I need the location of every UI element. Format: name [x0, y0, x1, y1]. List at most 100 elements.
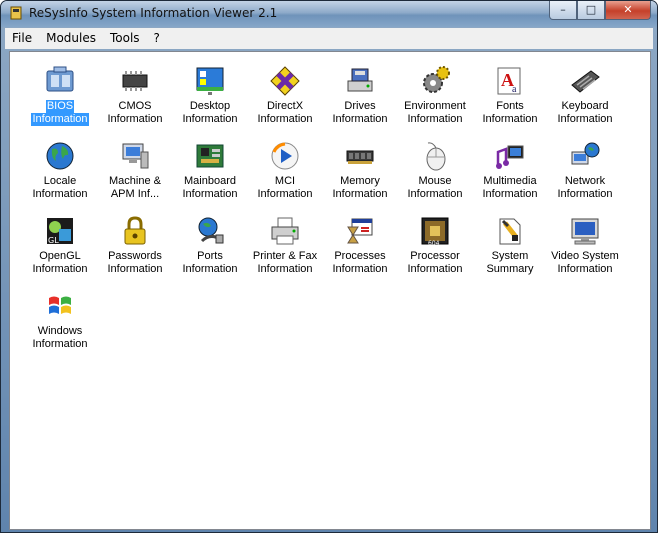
svg-text:GL: GL [48, 236, 59, 245]
module-label-line2: Information [332, 113, 388, 125]
network-icon [571, 142, 600, 165]
module-label: Mainboard Information [169, 175, 251, 201]
directx-icon [270, 66, 300, 96]
module-label: BIOS Information [19, 100, 101, 126]
module-label-line2: Information [32, 188, 88, 200]
module-label-line1: Environment [404, 100, 466, 112]
module-label-line2: APM Inf... [110, 188, 160, 200]
module-label-line1: Drives [344, 100, 376, 112]
module-item[interactable]: Network Information [550, 128, 620, 200]
menu-file[interactable]: File [5, 28, 39, 49]
module-item[interactable]: Passwords Information [100, 203, 170, 275]
module-item[interactable]: Environment Information [400, 53, 470, 125]
ports-icon [198, 217, 224, 244]
module-label: Environment Information [394, 100, 476, 126]
module-label-line2: Information [257, 263, 313, 275]
minimize-button[interactable]: – [549, 1, 577, 20]
module-label-line2: Information [557, 188, 613, 200]
module-label-line1: Keyboard [561, 100, 609, 112]
module-label: Mouse Information [394, 175, 476, 201]
drives-icon [347, 68, 373, 92]
module-label-line1: Locale [43, 175, 77, 187]
module-item[interactable]: Windows Information [25, 278, 95, 350]
processor-icon: 604 [421, 217, 449, 247]
module-item[interactable]: Processes Information [325, 203, 395, 275]
module-label-line1: Windows [37, 325, 83, 337]
module-label-line2: Information [407, 113, 463, 125]
app-icon [10, 6, 22, 20]
menu-modules[interactable]: Modules [39, 28, 103, 49]
close-button[interactable]: ✕ [605, 1, 651, 20]
menu-tools[interactable]: Tools [103, 28, 147, 49]
menu-help[interactable]: ? [147, 28, 167, 49]
module-label-line1: Printer & Fax [252, 250, 318, 262]
module-label: Ports Information [169, 250, 251, 276]
module-list-view[interactable]: BIOS Information CMOS Information Desktop Inf… [9, 51, 651, 530]
module-item[interactable]: Machine & APM Inf... [100, 128, 170, 200]
module-label-line1: Fonts [496, 100, 524, 112]
module-label-line1: BIOS [45, 100, 75, 113]
module-item[interactable]: Drives Information [325, 53, 395, 125]
module-label-line2: Information [557, 263, 613, 275]
module-label-line2: Information [257, 188, 313, 200]
module-label-line2: Information [482, 113, 538, 125]
module-label-line1: Processor [410, 250, 460, 262]
module-item[interactable]: Aa Fonts Information [475, 53, 545, 125]
module-item[interactable]: BIOS Information [25, 53, 95, 126]
module-item[interactable]: CMOS Information [100, 53, 170, 125]
module-item[interactable]: DirectX Information [250, 53, 320, 125]
svg-text:a: a [512, 84, 517, 95]
module-label-line2: Information [182, 188, 238, 200]
module-item[interactable]: Locale Information [25, 128, 95, 200]
module-label-line2: Information [257, 113, 313, 125]
title-bar[interactable]: ReSysInfo System Information Viewer 2.1 … [1, 1, 657, 27]
module-label: Machine & APM Inf... [94, 175, 176, 201]
app-window: ReSysInfo System Information Viewer 2.1 … [0, 0, 658, 533]
module-item[interactable]: GL OpenGL Information [25, 203, 95, 275]
module-item[interactable]: Keyboard Information [550, 53, 620, 125]
module-label: Multimedia Information [469, 175, 551, 201]
module-item[interactable]: Video System Information [550, 203, 620, 275]
maximize-button[interactable]: □ [577, 1, 605, 20]
module-item[interactable]: Mainboard Information [175, 128, 245, 200]
module-label-line1: Desktop [189, 100, 231, 112]
module-item[interactable]: Multimedia Information [475, 128, 545, 200]
module-label-line2: Information [407, 263, 463, 275]
chip-icon [122, 71, 148, 91]
module-label: Drives Information [319, 100, 401, 126]
module-label-line1: OpenGL [39, 250, 81, 262]
module-label-line2: Information [557, 113, 613, 125]
module-label-line2: Information [32, 263, 88, 275]
module-item[interactable]: MCI Information [250, 128, 320, 200]
module-label: Windows Information [19, 325, 101, 351]
module-item[interactable]: Ports Information [175, 203, 245, 275]
module-label-line1: Memory [340, 175, 380, 187]
module-label-line2: Information [332, 263, 388, 275]
module-label-line1: Mouse [418, 175, 452, 187]
module-label: Processes Information [319, 250, 401, 276]
bios-icon [46, 66, 74, 92]
memory-icon [346, 150, 374, 164]
module-label-line1: DirectX [266, 100, 304, 112]
module-label: MCI Information [244, 175, 326, 201]
module-item[interactable]: System Summary [475, 203, 545, 275]
module-item[interactable]: Desktop Information [175, 53, 245, 125]
system-summary-icon [499, 218, 521, 245]
module-label-line1: Ports [197, 250, 223, 262]
module-item[interactable]: Mouse Information [400, 128, 470, 200]
module-label-line2: Information [407, 188, 463, 200]
module-label-line2: Information [482, 188, 538, 200]
desktop-icon [196, 67, 224, 95]
module-label-line1: System [491, 250, 529, 262]
globe-icon [46, 142, 74, 170]
module-item[interactable]: 604 Processor Information [400, 203, 470, 275]
module-item[interactable]: Memory Information [325, 128, 395, 200]
printer-icon [271, 217, 299, 245]
module-label: Keyboard Information [544, 100, 626, 126]
module-label: Fonts Information [469, 100, 551, 126]
mainboard-icon [196, 144, 224, 168]
padlock-icon [124, 216, 146, 245]
module-item[interactable]: Printer & Fax Information [250, 203, 320, 275]
module-label-line2: Information [31, 113, 89, 126]
gears-icon [423, 66, 450, 93]
